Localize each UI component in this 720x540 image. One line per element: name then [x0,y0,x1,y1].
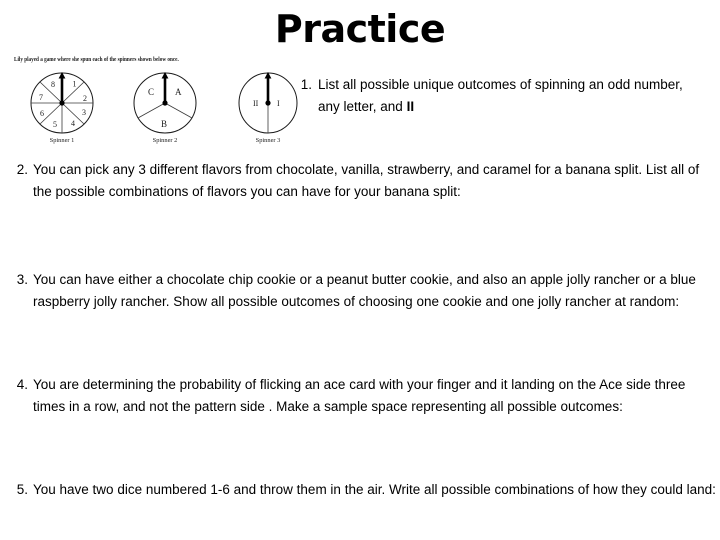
svg-text:5: 5 [53,120,57,129]
spinner-1-label: Spinner 1 [49,137,75,144]
question-text-main: List all possible unique outcomes of spi… [318,77,683,114]
svg-text:6: 6 [40,109,44,118]
question-text-emphasis: II [406,98,415,114]
page-title: Practice [274,7,446,51]
spinner-1-diagram: 1 2 3 4 5 6 7 8 [28,71,96,142]
question-number: 1. [300,77,312,92]
spinner-2-diagram: A B C [131,71,199,142]
spinner-row: 1 2 3 4 5 6 7 8 Spinner 1 A B C Spinner … [14,71,314,155]
svg-text:4: 4 [71,119,75,128]
spinner-1: 1 2 3 4 5 6 7 8 Spinner 1 [16,71,108,155]
question-text: You can pick any 3 different flavors fro… [33,162,700,199]
svg-text:1: 1 [73,80,77,89]
question-text: You can have either a chocolate chip coo… [33,272,696,309]
question-number: 4. [16,377,28,392]
question-text: You have two dice numbered 1-6 and throw… [33,482,716,497]
svg-text:3: 3 [82,108,86,117]
spinner-2-label: Spinner 2 [152,137,178,144]
svg-text:A: A [175,87,182,97]
spinner-2: A B C Spinner 2 [119,71,211,155]
question-number: 2. [16,162,28,177]
svg-text:B: B [161,119,167,129]
question-text: You are determining the probability of f… [33,377,686,414]
spinner-figure: Lily played a game where she spun each o… [14,55,314,155]
svg-text:8: 8 [51,80,55,89]
figure-caption: Lily played a game where she spun each o… [14,56,179,64]
spinner-3-label: Spinner 3 [255,137,281,144]
question-number: 3. [16,272,28,287]
question-number: 5. [16,482,28,497]
svg-text:7: 7 [39,93,43,102]
svg-text:C: C [148,87,154,97]
question-text: List all possible unique outcomes of spi… [318,74,708,117]
svg-text:2: 2 [83,94,87,103]
svg-text:I: I [277,99,280,108]
svg-text:II: II [253,99,259,108]
